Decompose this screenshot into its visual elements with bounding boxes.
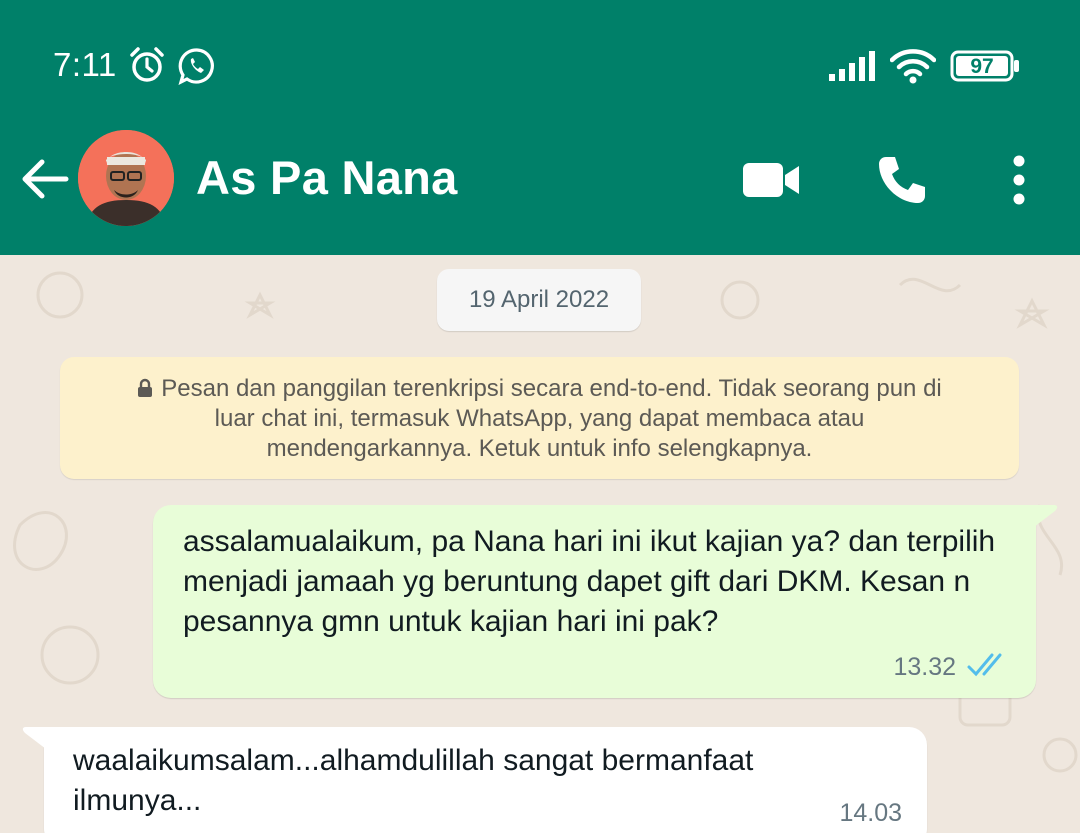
video-call-icon[interactable] (742, 160, 802, 200)
lock-icon (138, 378, 153, 397)
bubble-tail (22, 727, 46, 749)
contact-name[interactable]: As Pa Nana (196, 150, 458, 205)
whatsapp-icon (178, 48, 214, 85)
alarm-icon (130, 47, 164, 82)
encryption-notice[interactable]: Pesan dan panggilan terenkripsi secara e… (60, 357, 1019, 479)
app-header: 7:11 97 As Pa Nana (0, 0, 1080, 255)
chat-area[interactable]: 19 April 2022 Pesan dan panggilan terenk… (0, 255, 1080, 833)
more-options-icon[interactable] (1006, 154, 1032, 206)
avatar[interactable] (78, 130, 174, 226)
read-receipt-icon (967, 653, 1002, 677)
message-text: waalaikumsalam...alhamdulillah sangat be… (73, 744, 754, 817)
bubble-tail (1034, 505, 1058, 527)
voice-call-icon[interactable] (876, 154, 928, 206)
outgoing-message[interactable]: assalamualaikum, pa Nana hari ini ikut k… (153, 505, 1058, 698)
back-arrow-icon[interactable] (18, 152, 72, 206)
incoming-message[interactable]: waalaikumsalam...alhamdulillah sangat be… (22, 727, 927, 833)
message-time: 14.03 (839, 799, 902, 827)
date-chip: 19 April 2022 (437, 269, 641, 331)
status-time: 7:11 (53, 46, 117, 83)
message-time: 13.32 (893, 653, 956, 681)
battery-level: 97 (970, 55, 994, 78)
signal-icon (829, 51, 875, 81)
encryption-notice-text: Pesan dan panggilan terenkripsi secara e… (161, 375, 942, 462)
message-text: assalamualaikum, pa Nana hari ini ikut k… (183, 525, 996, 638)
wifi-icon (890, 49, 936, 84)
